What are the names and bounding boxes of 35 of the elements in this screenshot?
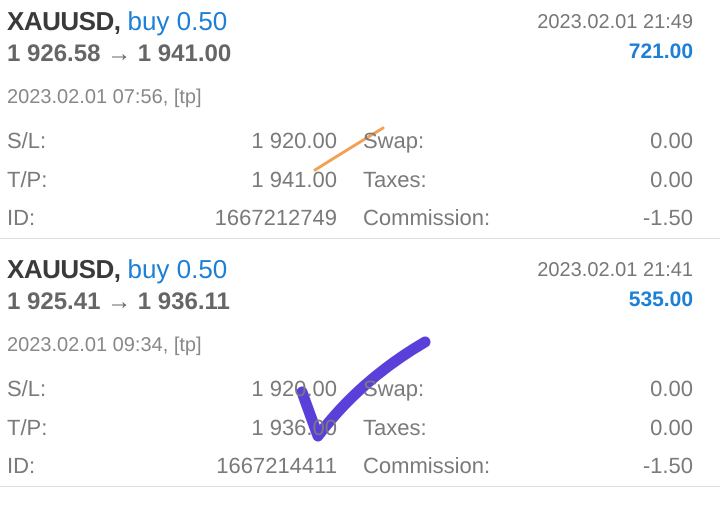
field-label: T/P:	[7, 166, 48, 193]
field-value: 1667212749	[214, 205, 337, 232]
field-value: 0.00	[649, 376, 693, 402]
close-time: 2023.02.01 21:49	[537, 10, 693, 35]
price-range: 1 926.58 → 1 941.00	[7, 40, 232, 69]
field-label: Taxes:	[362, 166, 428, 193]
field-value: 1 920.00	[250, 376, 337, 402]
field-label: Commission:	[362, 453, 492, 480]
profit-value: 721.00	[628, 40, 693, 64]
close-time: 2023.02.01 21:41	[537, 258, 693, 283]
field-value: -1.50	[642, 205, 693, 232]
order-type-label: buy 0.50	[128, 254, 228, 285]
field-label: Swap:	[362, 376, 426, 402]
field-value: 1 920.00	[250, 128, 337, 154]
field-value: 0.00	[649, 414, 693, 441]
profit-value: 535.00	[628, 288, 693, 312]
symbol-label: XAUUSD,	[7, 254, 121, 285]
field-value: -1.50	[642, 453, 693, 480]
field-value: 0.00	[649, 166, 693, 193]
field-label: T/P:	[7, 414, 48, 441]
field-label: ID:	[7, 205, 36, 232]
field-label: Commission:	[362, 205, 492, 232]
order-type-label: buy 0.50	[128, 6, 228, 37]
open-time: 2023.02.01 09:34, [tp]	[7, 333, 203, 358]
field-label: S/L:	[7, 128, 48, 154]
field-label: Taxes:	[362, 414, 428, 441]
price-range: 1 925.41 → 1 936.11	[7, 288, 230, 317]
field-value: 1667214411	[215, 453, 337, 480]
field-label: S/L:	[7, 376, 48, 402]
open-time: 2023.02.01 07:56, [tp]	[7, 85, 203, 110]
field-label: Swap:	[362, 128, 426, 154]
field-value: 0.00	[649, 128, 693, 154]
symbol-label: XAUUSD,	[7, 6, 121, 37]
field-value: 1 941.00	[250, 166, 337, 193]
field-label: ID:	[7, 453, 36, 480]
